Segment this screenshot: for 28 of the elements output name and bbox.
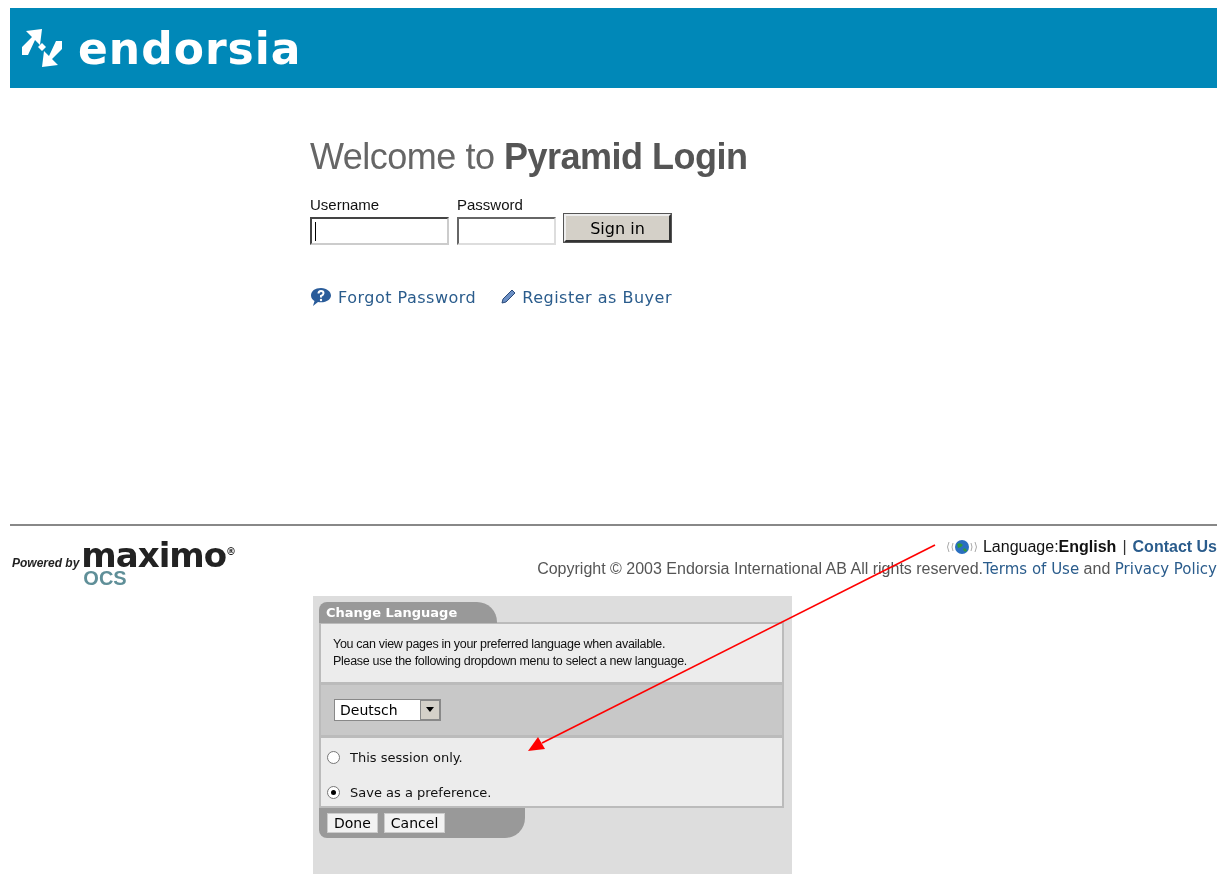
- separator-text: |: [1122, 538, 1127, 556]
- link[interactable]: Register as Buyer: [522, 287, 672, 307]
- language-text: Language:English: [982, 538, 1117, 556]
- logo-text: endorsia: [78, 22, 302, 74]
- radio-label: This session only.: [350, 749, 463, 765]
- message-text: You can view pages in your preferred language when available. Please use the following dropdown menu to select a new language.: [333, 636, 688, 670]
- contact-us-link[interactable]: Contact Us: [1132, 538, 1217, 556]
- dialog-title: Change Language: [319, 602, 498, 623]
- radio-label: Save as a preference.: [350, 784, 492, 800]
- sign-in-button[interactable]: Sign in: [564, 214, 671, 242]
- text-field[interactable]: [310, 217, 449, 245]
- pencil-icon: [500, 289, 517, 305]
- terms-link[interactable]: Terms of Use: [982, 560, 1080, 578]
- help-icon: [310, 287, 332, 307]
- dialog-button[interactable]: Cancel: [383, 812, 446, 833]
- link[interactable]: Forgot Password: [338, 287, 477, 307]
- field-label: Username: [310, 196, 381, 213]
- privacy-link[interactable]: Privacy Policy: [1114, 560, 1217, 578]
- language-dropdown[interactable]: Deutsch: [334, 698, 441, 721]
- dropdown-arrow-icon: [426, 707, 434, 713]
- dialog-button[interactable]: Done: [327, 812, 378, 833]
- text-field[interactable]: [457, 217, 556, 245]
- radio-button[interactable]: [327, 785, 340, 799]
- welcome-title: Welcome to Pyramid Login: [310, 136, 749, 178]
- radio-button[interactable]: [327, 750, 340, 764]
- powered-by-text: Powered by: [12, 556, 80, 570]
- globe-icon: [944, 539, 979, 555]
- field-label: Password: [457, 196, 524, 213]
